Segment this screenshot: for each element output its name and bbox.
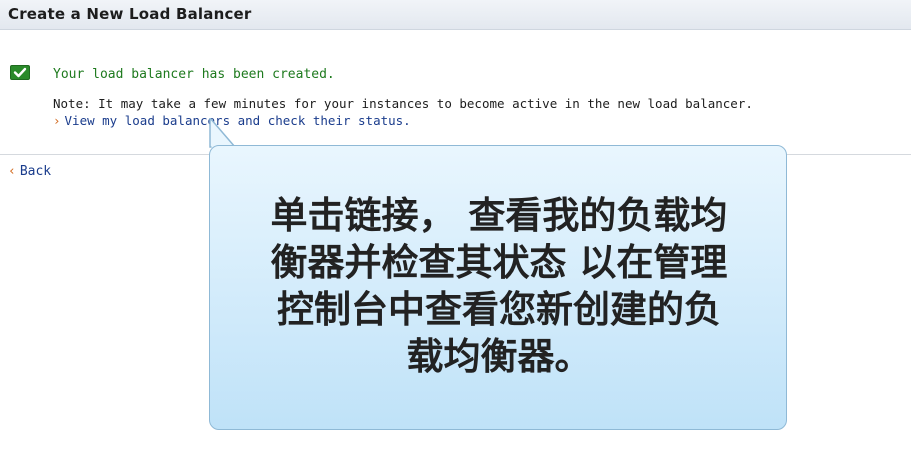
page-title: Create a New Load Balancer — [8, 5, 252, 23]
success-message: Your load balancer has been created. — [53, 67, 335, 82]
callout-text: 单击链接， 查看我的负载均 衡器并检查其状态 以在管理 控制台中查看您新创建的负… — [210, 192, 788, 380]
back-link[interactable]: ‹ Back — [8, 164, 51, 179]
callout-line: 控制台中查看您新创建的负 — [277, 288, 721, 331]
chevron-right-icon: › — [53, 113, 61, 128]
page-header: Create a New Load Balancer — [0, 0, 911, 30]
callout-line: 衡器并检查其状态 以在管理 — [270, 241, 728, 284]
success-check-icon — [10, 65, 30, 80]
back-link-label: Back — [19, 164, 52, 179]
chevron-left-icon: ‹ — [8, 164, 16, 179]
callout-line: 单击链接， 查看我的负载均 — [270, 194, 728, 237]
tutorial-callout: 单击链接， 查看我的负载均 衡器并检查其状态 以在管理 控制台中查看您新创建的负… — [209, 145, 787, 430]
callout-pointer — [209, 118, 237, 148]
note-text: Note: It may take a few minutes for your… — [53, 96, 753, 111]
callout-line: 载均衡器。 — [406, 335, 592, 378]
